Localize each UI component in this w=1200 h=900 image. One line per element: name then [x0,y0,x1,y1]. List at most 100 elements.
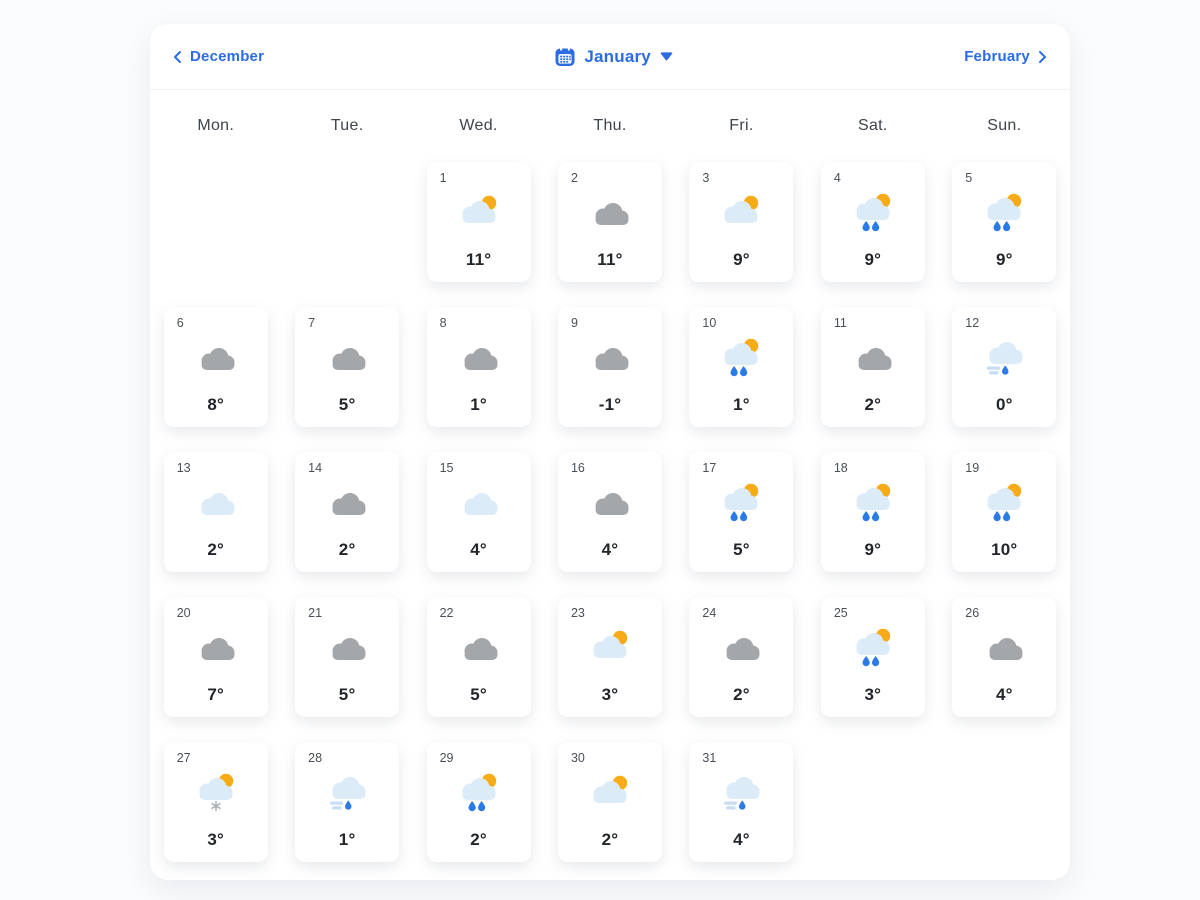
day-temperature: 9° [821,250,925,270]
cloud-icon [323,482,371,524]
cloud-icon [455,337,503,379]
day-cell-21[interactable]: 215° [295,597,399,717]
sun-cloud-rain-icon [455,772,503,814]
day-cell-6[interactable]: 6 8° [164,307,268,427]
sun-cloud-rain-icon [980,192,1028,234]
day-temperature: 2° [558,830,662,850]
day-temperature: 1° [427,395,531,415]
day-cell-17[interactable]: 175° [689,452,793,572]
day-cell-14[interactable]: 142° [295,452,399,572]
month-selector[interactable]: January [555,47,673,67]
current-month-label: January [584,47,651,67]
sun-cloud-rain-icon [717,482,765,524]
day-temperature: 3° [821,685,925,705]
day-cell-2[interactable]: 2 11° [558,162,662,282]
weekday-label-mon: Mon. [150,117,281,135]
weather-calendar-card: December January February [150,24,1070,880]
weekday-row: Mon.Tue.Wed.Thu.Fri.Sat.Sun. [150,90,1070,162]
day-cell-23[interactable]: 233° [558,597,662,717]
cloud-icon [586,482,634,524]
day-temperature: 8° [164,395,268,415]
day-number: 11 [834,316,847,330]
day-cell-19[interactable]: 19 10° [952,452,1056,572]
sun-cloud-icon [717,192,765,234]
chevron-left-icon [172,50,182,64]
day-cell-29[interactable]: 292° [427,742,531,862]
day-cell-4[interactable]: 4 9° [821,162,925,282]
day-number: 13 [177,461,191,475]
cloud-light-icon [455,482,503,524]
cloud-icon [323,627,371,669]
day-temperature: 2° [689,685,793,705]
day-cell-1[interactable]: 111° [427,162,531,282]
day-cell-20[interactable]: 207° [164,597,268,717]
day-cell-8[interactable]: 8 1° [427,307,531,427]
cloud-icon [192,627,240,669]
day-number: 19 [965,461,979,475]
day-cell-28[interactable]: 281° [295,742,399,862]
day-temperature: 3° [164,830,268,850]
cloud-icon [980,627,1028,669]
day-number: 18 [834,461,848,475]
day-cell-5[interactable]: 59° [952,162,1056,282]
sun-cloud-rain-icon [717,337,765,379]
day-number: 4 [834,171,841,185]
day-number: 5 [965,171,972,185]
day-number: 2 [571,171,578,185]
day-number: 6 [177,316,184,330]
day-cell-25[interactable]: 253° [821,597,925,717]
day-temperature: 1° [689,395,793,415]
day-cell-10[interactable]: 101° [689,307,793,427]
day-cell-27[interactable]: 27 3° [164,742,268,862]
weekday-label-wed: Wed. [413,117,544,135]
day-temperature: 2° [427,830,531,850]
day-cell-18[interactable]: 189° [821,452,925,572]
day-number: 8 [440,316,447,330]
day-number: 21 [308,606,322,620]
weekday-label-thu: Thu. [544,117,675,135]
cloud-icon [717,627,765,669]
day-cell-24[interactable]: 24 2° [689,597,793,717]
day-temperature: 3° [558,685,662,705]
day-cell-16[interactable]: 164° [558,452,662,572]
day-temperature: 11° [558,250,662,270]
weekday-label-sat: Sat. [807,117,938,135]
day-temperature: 2° [295,540,399,560]
day-cell-12[interactable]: 120° [952,307,1056,427]
day-number: 1 [440,171,447,185]
day-number: 27 [177,751,191,765]
day-number: 9 [571,316,578,330]
calendar-header: December January February [150,24,1070,90]
day-cell-13[interactable]: 13 2° [164,452,268,572]
cloud-icon [323,337,371,379]
day-cell-7[interactable]: 7 5° [295,307,399,427]
day-temperature: 9° [689,250,793,270]
day-cell-30[interactable]: 302° [558,742,662,862]
day-number: 24 [702,606,716,620]
cloud-icon [192,337,240,379]
day-temperature: 2° [164,540,268,560]
day-cell-3[interactable]: 3 9° [689,162,793,282]
next-month-button[interactable]: February [964,48,1048,65]
day-number: 15 [440,461,454,475]
day-temperature: -1° [558,395,662,415]
day-cell-26[interactable]: 264° [952,597,1056,717]
day-cell-22[interactable]: 225° [427,597,531,717]
day-cell-15[interactable]: 154° [427,452,531,572]
weekday-label-tue: Tue. [281,117,412,135]
day-number: 3 [702,171,709,185]
day-cell-11[interactable]: 112° [821,307,925,427]
day-cell-31[interactable]: 314° [689,742,793,862]
cloud-light-icon [192,482,240,524]
sun-cloud-rain-icon [849,627,897,669]
chevron-right-icon [1038,50,1048,64]
day-number: 12 [965,316,979,330]
day-temperature: 5° [295,395,399,415]
cloud-sleet-icon [717,772,765,814]
prev-month-label: December [190,48,264,65]
cloud-icon [586,192,634,234]
day-temperature: 10° [952,540,1056,560]
day-cell-9[interactable]: 9 -1° [558,307,662,427]
prev-month-button[interactable]: December [172,48,264,65]
day-number: 7 [308,316,315,330]
